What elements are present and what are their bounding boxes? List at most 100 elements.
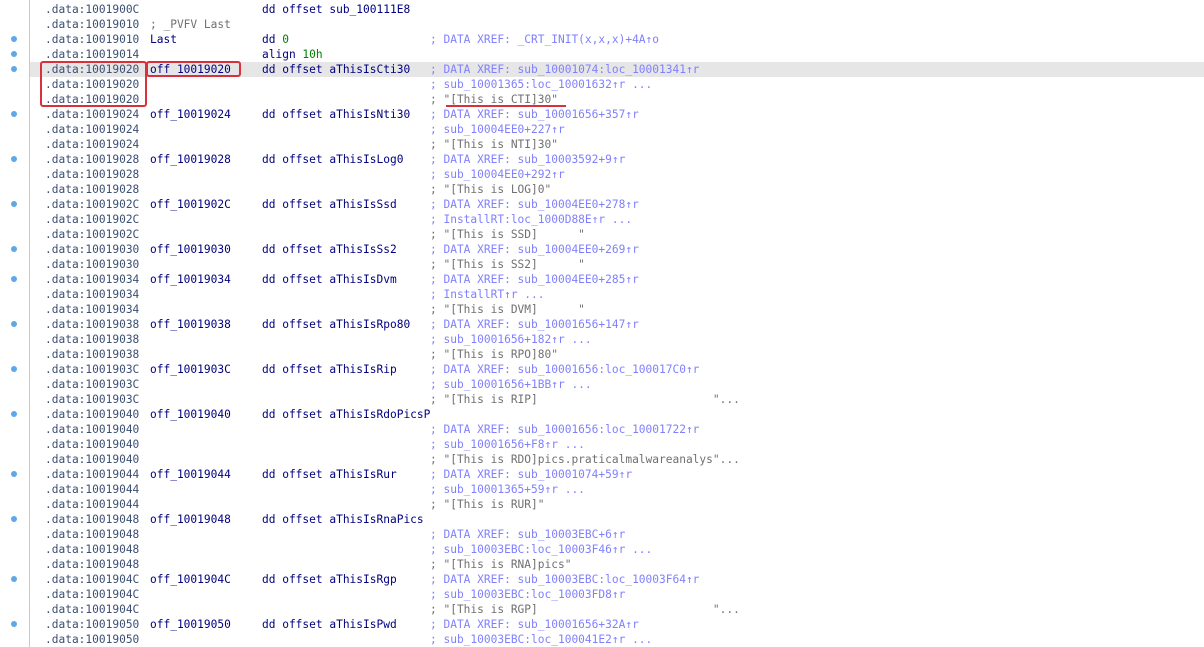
label[interactable]: off_1001904C [150,572,231,587]
instruction[interactable]: dd offset aThisIsNti30 [262,107,410,122]
listing-line[interactable]: .data:10019040 off_10019040 dd offset aThi… [30,407,1204,422]
listing-line[interactable]: .data:10019044 off_10019044 dd offset aThi… [30,467,1204,482]
listing-line[interactable]: .data:10019034 ; "[This is DVM] " [30,302,1204,317]
address: .data:10019010 [45,18,140,31]
address: .data:10019034 [45,303,140,316]
listing-line[interactable]: .data:1001902C ; "[This is SSD] " [30,227,1204,242]
listing-line[interactable]: .data:1001904C ; sub_10003EBC:loc_10003FD… [30,587,1204,602]
breakpoint-dot-icon[interactable] [11,36,17,42]
label[interactable]: off_10019038 [150,317,231,332]
instruction[interactable]: dd offset aThisIsCti30 [262,62,410,77]
label[interactable]: off_10019050 [150,617,231,632]
listing-line[interactable]: .data:10019024 off_10019024 dd offset aThi… [30,107,1204,122]
comment: ; "[This is DVM] " [430,303,585,316]
instruction[interactable]: dd offset aThisIsSsd [262,197,397,212]
instruction[interactable]: dd offset aThisIsSs2 [262,242,397,257]
breakpoint-dot-icon[interactable] [11,411,17,417]
listing-line[interactable]: .data:10019048 ; sub_10003EBC:loc_10003F4… [30,542,1204,557]
listing-line[interactable]: .data:10019024 ; sub_10004EE0+227↑r [30,122,1204,137]
listing-line[interactable]: .data:10019044 ; "[This is RUR]" [30,497,1204,512]
breakpoint-dot-icon[interactable] [11,66,17,72]
instruction[interactable]: dd offset aThisIsLog0 [262,152,403,167]
listing-line[interactable]: .data:10019028 ; "[This is LOG]0" [30,182,1204,197]
listing-line[interactable]: .data:10019034 off_10019034 dd offset aThi… [30,272,1204,287]
instruction[interactable]: dd offset aThisIsRnaPics [262,512,424,527]
address: .data:10019028 [45,183,140,196]
label[interactable]: off_10019024 [150,107,231,122]
listing-line[interactable]: .data:10019044 ; sub_10001365+59↑r ... [30,482,1204,497]
breakpoint-dot-icon[interactable] [11,156,17,162]
label[interactable]: off_1001903C [150,362,231,377]
label[interactable]: Last [150,32,177,47]
listing-line[interactable]: .data:1001902C ; InstallRT:loc_1000D88E↑r… [30,212,1204,227]
listing-line[interactable]: .data:10019038 ; "[This is RPO]80" [30,347,1204,362]
breakpoint-dot-icon[interactable] [11,276,17,282]
listing-line[interactable]: .data:10019040 ; "[This is RDO]pics.prati… [30,452,1204,467]
listing-line[interactable]: .data:10019010 Last dd 0 ; DATA XREF: _CRT_… [30,32,1204,47]
breakpoint-dot-icon[interactable] [11,366,17,372]
listing-line[interactable]: .data:10019010 ; _PVFV Last [30,17,1204,32]
label[interactable]: off_10019044 [150,467,231,482]
breakpoint-dot-icon[interactable] [11,516,17,522]
breakpoint-dot-icon[interactable] [11,576,17,582]
disassembly-listing[interactable]: .data:1001900C dd offset sub_100111E8 .dat… [0,0,1204,647]
listing-line[interactable]: .data:10019048 off_10019048 dd offset aThi… [30,512,1204,527]
listing-line[interactable]: .data:1001900C dd offset sub_100111E8 [30,2,1204,17]
listing-line[interactable]: .data:10019030 ; "[This is SS2] " [30,257,1204,272]
label[interactable]: off_1001902C [150,197,231,212]
listing-line[interactable]: .data:10019048 ; "[This is RNA]pics" [30,557,1204,572]
label[interactable]: off_10019034 [150,272,231,287]
listing-line[interactable]: .data:10019014 align 10h [30,47,1204,62]
listing-line[interactable]: .data:10019028 ; sub_10004EE0+292↑r [30,167,1204,182]
listing-line[interactable]: .data:10019030 off_10019030 dd offset aThi… [30,242,1204,257]
listing-line[interactable]: .data:10019034 ; InstallRT↑r ... [30,287,1204,302]
instruction[interactable]: dd offset aThisIsPwd [262,617,397,632]
breakpoint-dot-icon[interactable] [11,471,17,477]
listing-line[interactable]: .data:10019050 ; sub_10003EBC:loc_100041E… [30,632,1204,647]
listing-line[interactable]: .data:10019028 off_10019028 dd offset aThi… [30,152,1204,167]
listing-line[interactable]: .data:10019020; "[This is CTI]30" [30,92,1204,107]
breakpoint-dot-icon[interactable] [11,246,17,252]
instruction[interactable]: dd offset aThisIsDvm [262,272,397,287]
breakpoint-dot-icon[interactable] [11,321,17,327]
listing-line[interactable]: .data:10019038 ; sub_10001656+182↑r ... [30,332,1204,347]
instruction[interactable]: dd offset aThisIsRdoPicsP [262,407,430,422]
address: .data:1001902C [45,213,140,226]
instruction[interactable]: align 10h [262,47,323,62]
listing-line[interactable]: .data:10019024 ; "[This is NTI]30" [30,137,1204,152]
breakpoint-dot-icon[interactable] [11,111,17,117]
instruction[interactable]: dd offset aThisIsRgp [262,572,397,587]
label[interactable]: off_10019048 [150,512,231,527]
listing-line[interactable]: .data:10019038 off_10019038 dd offset aThi… [30,317,1204,332]
breakpoint-dot-icon[interactable] [11,51,17,57]
address: .data:1001902C [45,198,140,211]
label[interactable]: off_10019028 [150,152,231,167]
label[interactable]: ; _PVFV Last [150,17,231,32]
listing-line[interactable]: .data:1001903C ; "[This is RIP] "... [30,392,1204,407]
instruction[interactable]: dd 0 [262,32,289,47]
comment: ; DATA XREF: sub_10003EBC+6↑r [430,528,626,541]
instruction[interactable]: dd offset sub_100111E8 [262,2,410,17]
breakpoint-dot-icon[interactable] [11,621,17,627]
comment: ; sub_10001656+1BB↑r ... [430,378,592,391]
listing-line[interactable]: .data:10019040 ; DATA XREF: sub_10001656:… [30,422,1204,437]
comment: ; "[This is RGP] "... [430,603,740,616]
listing-line[interactable]: .data:10019020; sub_10001365:loc_1000163… [30,77,1204,92]
instruction[interactable]: dd offset aThisIsRip [262,362,397,377]
comment: ; DATA XREF: sub_10004EE0+285↑r [430,273,639,286]
label[interactable]: off_10019030 [150,242,231,257]
listing-line[interactable]: .data:10019050 off_10019050 dd offset aThi… [30,617,1204,632]
comment: ; InstallRT:loc_1000D88E↑r ... [430,213,633,226]
instruction[interactable]: dd offset aThisIsRpo80 [262,317,410,332]
label[interactable]: off_10019040 [150,407,231,422]
listing-line[interactable]: .data:1001903C ; sub_10001656+1BB↑r ... [30,377,1204,392]
breakpoint-dot-icon[interactable] [11,201,17,207]
listing-line[interactable]: .data:10019048 ; DATA XREF: sub_10003EBC+… [30,527,1204,542]
listing-line[interactable]: .data:1001902C off_1001902C dd offset aThi… [30,197,1204,212]
address: .data:1001903C [45,393,140,406]
listing-line[interactable]: .data:1001903C off_1001903C dd offset aThi… [30,362,1204,377]
instruction[interactable]: dd offset aThisIsRur [262,467,397,482]
listing-line[interactable]: .data:10019040 ; sub_10001656+F8↑r ... [30,437,1204,452]
listing-line[interactable]: .data:1001904C off_1001904C dd offset aThi… [30,572,1204,587]
listing-line[interactable]: .data:1001904C ; "[This is RGP] "... [30,602,1204,617]
